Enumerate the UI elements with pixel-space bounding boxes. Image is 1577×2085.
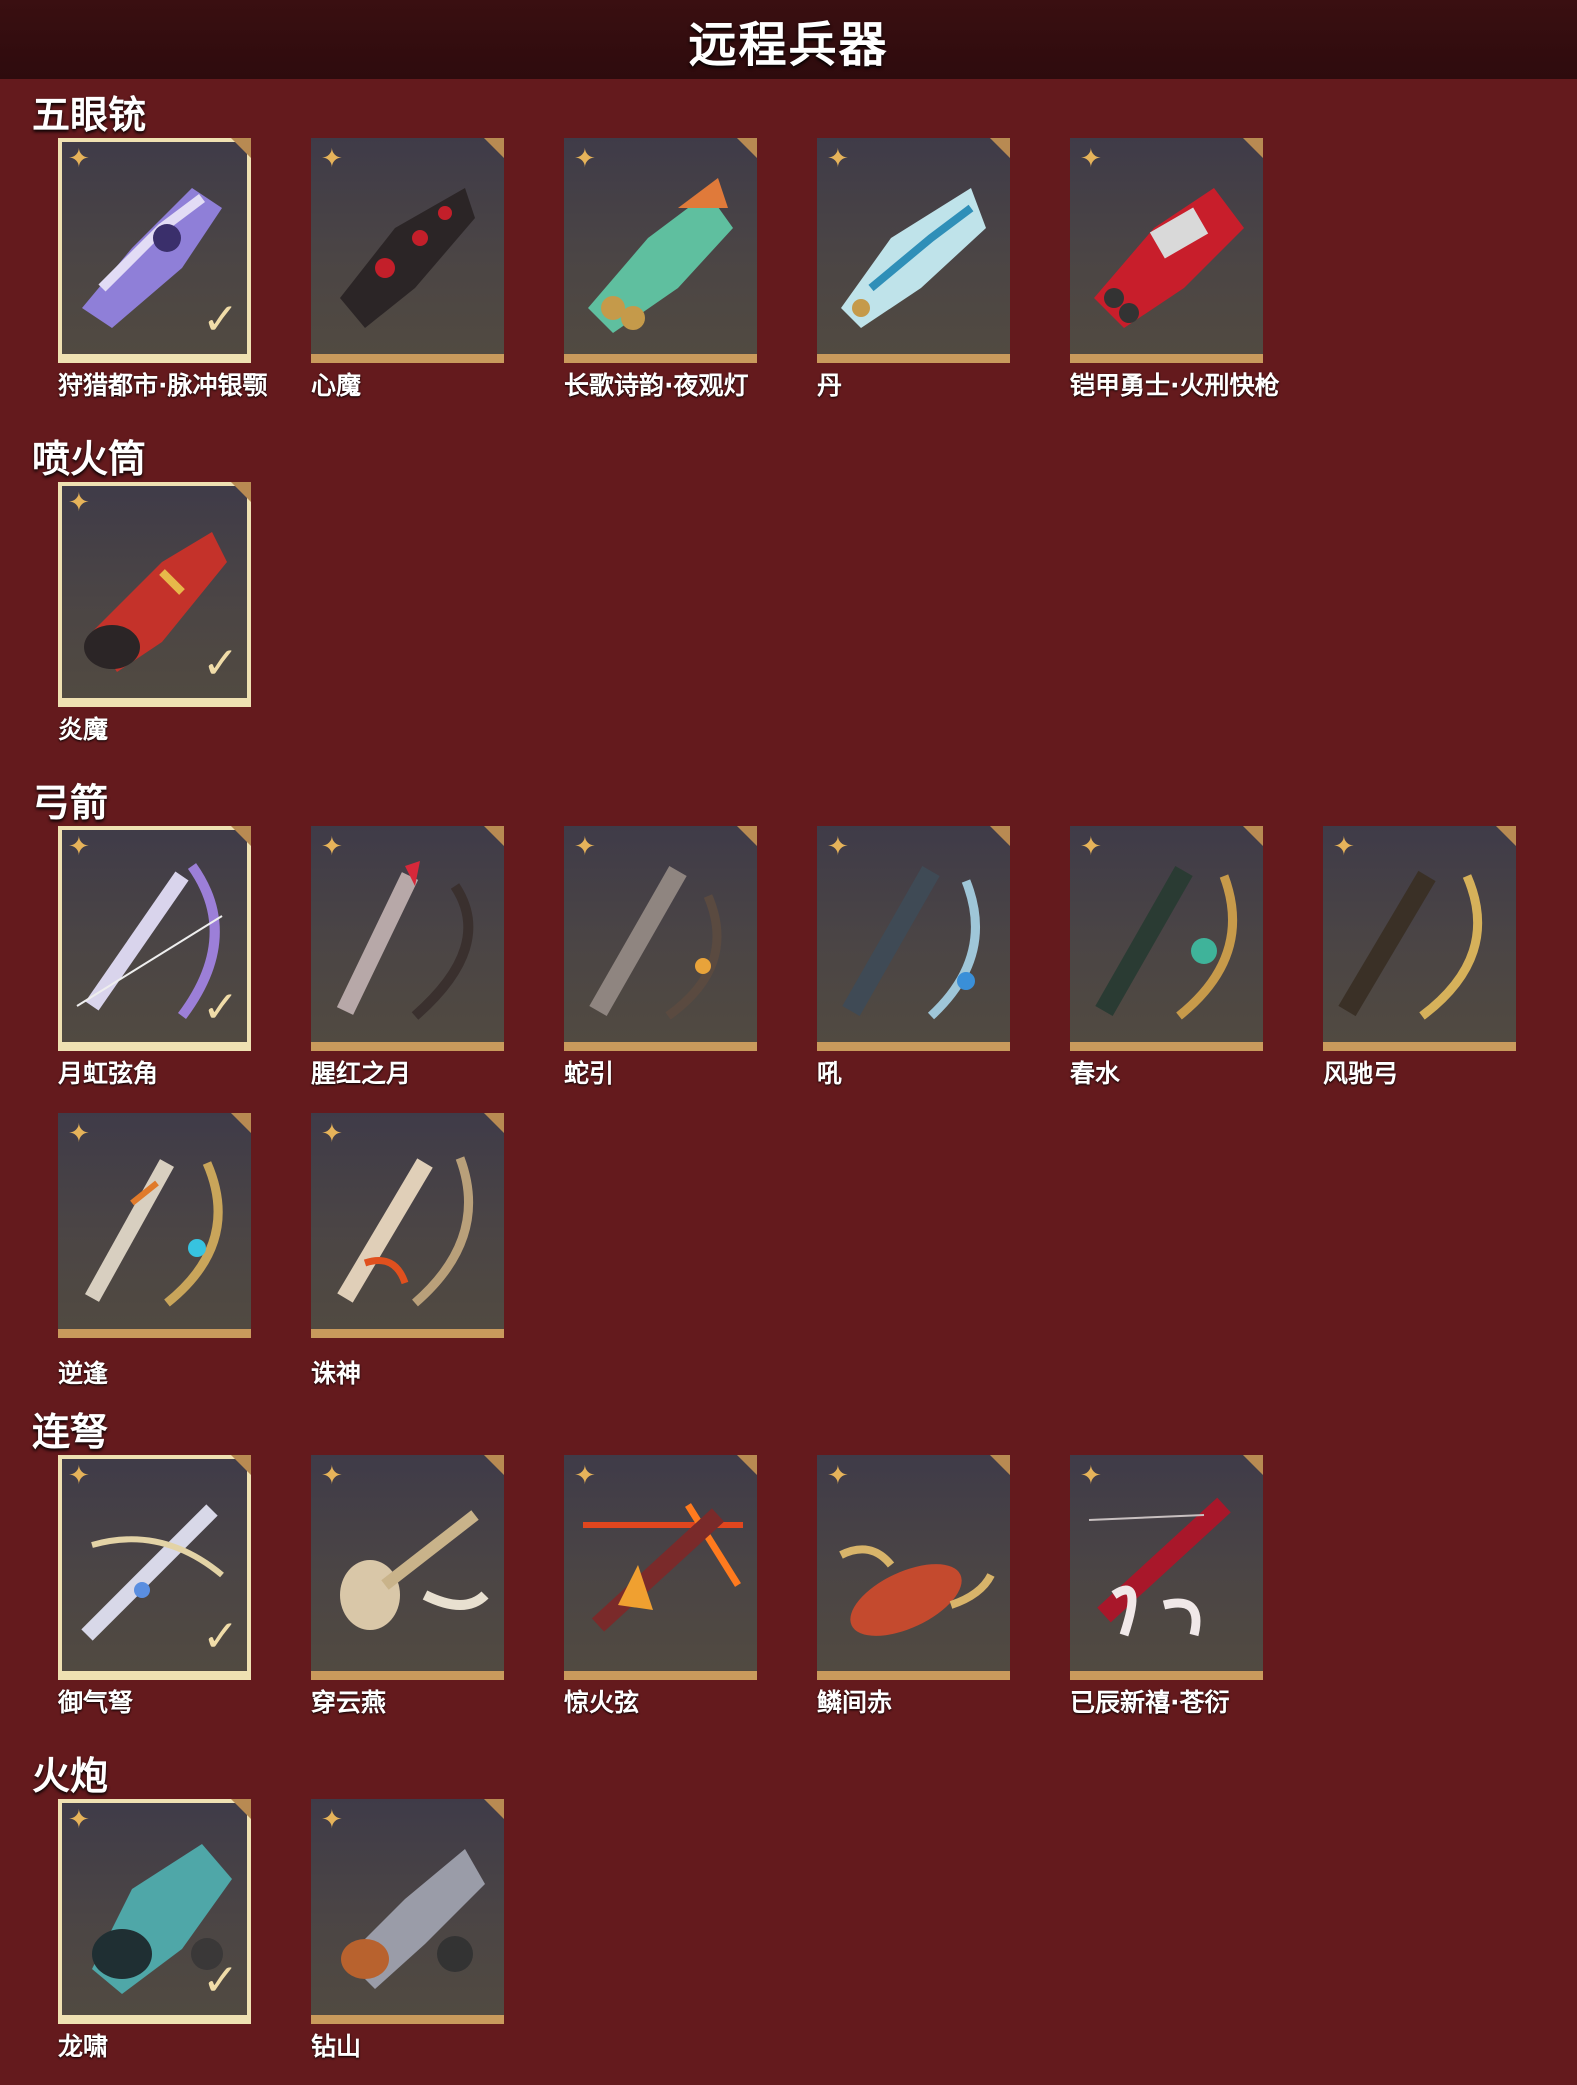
weapon-card[interactable]: ✦	[1070, 138, 1263, 363]
weapon-name: 铠甲勇士·火刑快枪	[1070, 371, 1280, 400]
weapon-name: 炎魔	[58, 715, 109, 744]
weapon-card[interactable]: ✦ ✓	[58, 482, 251, 707]
weapon-card[interactable]: ✦	[1070, 826, 1263, 1051]
weapon-name: 穿云燕	[311, 1688, 387, 1717]
page-title: 远程兵器	[688, 16, 889, 73]
weapon-art-image	[583, 1503, 743, 1632]
weapon-card[interactable]: ✦	[311, 1455, 504, 1680]
corner-mark	[482, 826, 504, 848]
corner-mark	[735, 826, 757, 848]
weapon-art-image	[1095, 866, 1238, 1020]
weapon-name: 长歌诗韵·夜观灯	[564, 371, 749, 400]
weapon-name: 吼	[817, 1059, 843, 1088]
equipped-checkmark-icon: ✓	[202, 294, 239, 345]
weapon-art-image	[337, 1156, 474, 1307]
weapon-card[interactable]: ✦	[311, 1799, 504, 2024]
weapon-card[interactable]: ✦	[817, 138, 1010, 363]
weapon-name: 丹	[817, 371, 843, 400]
weapon-name: 逆逢	[58, 1359, 109, 1388]
corner-mark	[229, 1455, 251, 1477]
weapon-card[interactable]: ✦ ✓	[58, 1799, 251, 2024]
corner-mark	[482, 1455, 504, 1477]
weapon-name: 已辰新禧·苍衍	[1070, 1688, 1230, 1717]
weapon-card[interactable]: ✦ ✓	[58, 138, 251, 363]
weapon-card[interactable]: ✦	[817, 826, 1010, 1051]
weapon-art-image	[839, 1545, 995, 1636]
weapon-card[interactable]: ✦ ✓	[58, 1455, 251, 1680]
page-header: 远程兵器	[0, 0, 1577, 79]
section-title-cannon: 火炮	[32, 1754, 109, 1798]
weapon-art-image	[85, 1159, 223, 1307]
corner-mark	[482, 1799, 504, 1821]
weapon-card[interactable]: ✦	[564, 1455, 757, 1680]
weapon-card[interactable]: ✦	[311, 1113, 504, 1338]
corner-mark	[229, 1799, 251, 1821]
weapon-card[interactable]: ✦	[311, 138, 504, 363]
weapon-art-image	[1338, 870, 1483, 1020]
weapon-name: 惊火弦	[564, 1688, 640, 1717]
weapon-card[interactable]: ✦	[564, 826, 757, 1051]
weapon-art-image	[588, 178, 733, 333]
weapon-name: 月虹弦角	[58, 1059, 159, 1088]
equipped-checkmark-icon: ✓	[202, 1955, 239, 2006]
weapon-card[interactable]: ✦	[1323, 826, 1516, 1051]
weapon-card[interactable]: ✦	[564, 138, 757, 363]
weapon-art-image	[340, 188, 475, 328]
weapon-art-image	[1088, 1497, 1231, 1637]
weapon-name: 腥红之月	[311, 1059, 412, 1088]
weapon-name: 鳞间赤	[817, 1688, 893, 1717]
weapon-name: 风驰弓	[1323, 1059, 1399, 1088]
weapon-art-image	[336, 861, 474, 1020]
weapon-art-image	[1094, 188, 1244, 328]
section-title-bow: 弓箭	[32, 781, 109, 825]
corner-mark	[1241, 826, 1263, 848]
section-title-flamethrower: 喷火筒	[32, 437, 147, 481]
weapon-art-image	[341, 1849, 485, 1989]
weapon-card[interactable]: ✦	[817, 1455, 1010, 1680]
weapon-name: 御气弩	[58, 1688, 134, 1717]
weapon-name: 心魔	[311, 371, 362, 400]
corner-mark	[735, 1455, 757, 1477]
corner-mark	[229, 482, 251, 504]
weapon-art-image	[589, 866, 722, 1020]
equipped-checkmark-icon: ✓	[202, 982, 239, 1033]
corner-mark	[735, 138, 757, 160]
section-title-blunderbuss: 五眼铳	[32, 93, 147, 137]
corner-mark	[988, 138, 1010, 160]
corner-mark	[229, 1113, 251, 1135]
weapon-name: 钻山	[311, 2032, 362, 2061]
weapon-art-image	[841, 188, 986, 328]
weapon-name: 狩猎都市·脉冲银颚	[58, 371, 268, 400]
weapon-name: 龙啸	[58, 2032, 109, 2061]
weapon-name: 春水	[1070, 1059, 1121, 1088]
equipped-checkmark-icon: ✓	[202, 1611, 239, 1662]
weapon-card[interactable]: ✦ ✓	[58, 826, 251, 1051]
weapon-card[interactable]: ✦	[58, 1113, 251, 1338]
corner-mark	[229, 826, 251, 848]
corner-mark	[1494, 826, 1516, 848]
corner-mark	[229, 138, 251, 160]
corner-mark	[1241, 138, 1263, 160]
section-title-repeating-crossbow: 连弩	[32, 1410, 109, 1454]
equipped-checkmark-icon: ✓	[202, 638, 239, 689]
corner-mark	[482, 138, 504, 160]
corner-mark	[988, 826, 1010, 848]
weapon-name: 蛇引	[564, 1059, 615, 1088]
corner-mark	[1241, 1455, 1263, 1477]
weapon-card[interactable]: ✦	[1070, 1455, 1263, 1680]
weapon-card[interactable]: ✦	[311, 826, 504, 1051]
weapon-art-image	[340, 1510, 489, 1630]
corner-mark	[988, 1455, 1010, 1477]
corner-mark	[482, 1113, 504, 1135]
weapon-name: 诛神	[311, 1359, 362, 1388]
weapon-art-image	[842, 866, 980, 1020]
